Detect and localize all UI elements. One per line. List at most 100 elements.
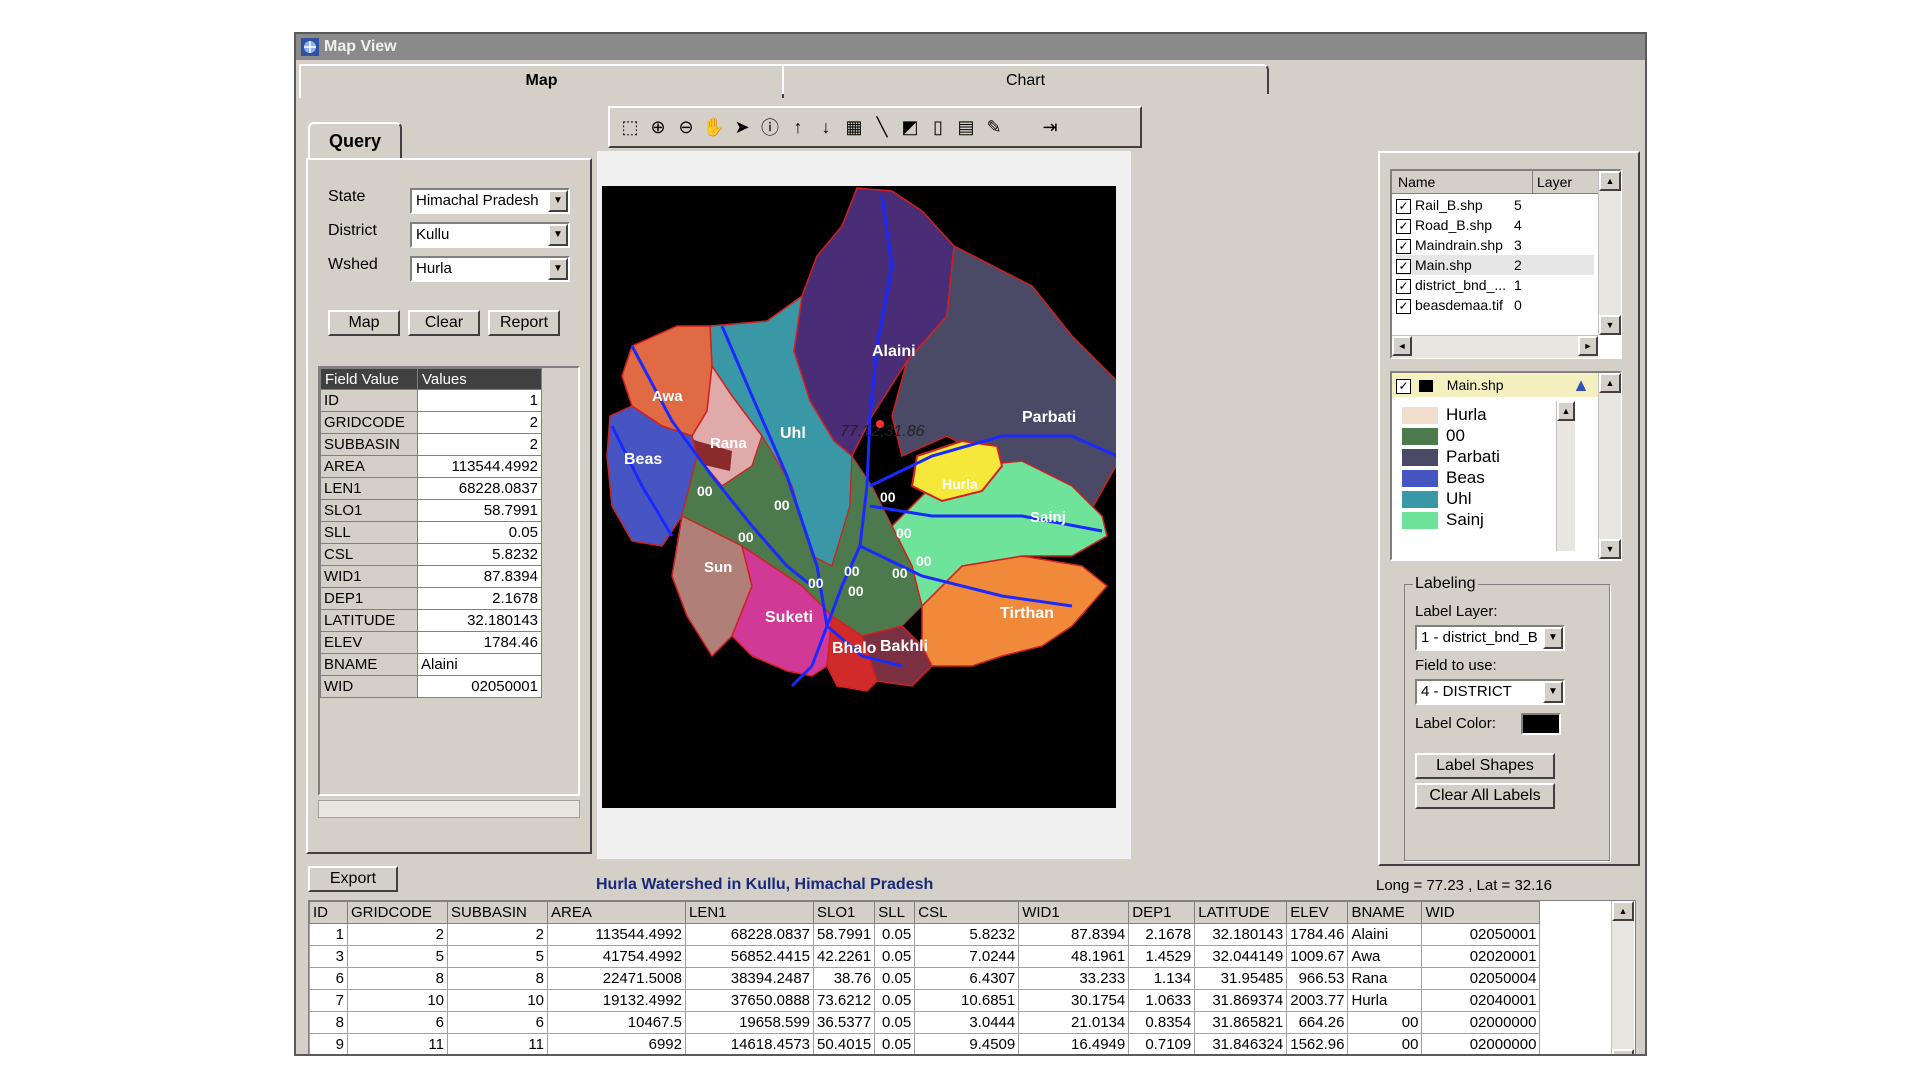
watershed-map[interactable]: Alaini Parbati Awa Rana Uhl Beas Hurla S… [602,186,1116,808]
field-row[interactable]: ELEV 1784.46 [320,631,542,654]
scroll-down-icon[interactable]: ▼ [1599,315,1621,335]
add-layer-icon[interactable]: ⬚ [616,110,644,144]
column-header[interactable]: SUBBASIN [447,901,548,924]
field-row[interactable]: DEP1 2.1678 [320,587,542,610]
layer-name-header[interactable]: Name [1398,171,1435,193]
legend-vscroll[interactable]: ▲ ▼ [1598,373,1621,559]
scroll-up-icon[interactable]: ▲ [1612,901,1634,921]
label-color-swatch[interactable] [1521,713,1561,735]
report-button[interactable]: Report [488,310,560,336]
query-tab[interactable]: Query [308,122,402,160]
pan-hand-icon[interactable]: ✋ [700,110,728,144]
state-select[interactable]: Himachal Pradesh ▼ [410,188,570,214]
column-header[interactable]: CSL [914,901,1020,924]
chevron-down-icon[interactable]: ▼ [548,190,568,212]
layer-index-header[interactable]: Layer [1532,171,1572,193]
field-row[interactable]: SUBBASIN 2 [320,433,542,456]
arrow-down-icon[interactable]: ↓ [812,110,840,144]
field-row[interactable]: ID 1 [320,389,542,412]
legend-header-row[interactable]: ✓ Main.shp ▲ [1392,373,1598,397]
table-row[interactable]: 3 5 5 41754.4992 56852.4415 42.2261 0.05 7.0244… [309,945,1541,968]
column-header[interactable]: WID1 [1018,901,1130,924]
layer-row[interactable]: ✓ Maindrain.shp 3 [1396,235,1594,255]
field-row[interactable]: CSL 5.8232 [320,543,542,566]
checkbox-checked-icon[interactable]: ✓ [1396,218,1411,234]
legend-inner-vscroll[interactable]: ▲ [1556,401,1575,551]
district-select[interactable]: Kullu ▼ [410,222,570,248]
table-row[interactable]: 9 11 11 6992 14618.4573 50.4015 0.05 9.4509 16.4… [309,1033,1541,1054]
attribute-table-vscroll[interactable]: ▲ ▼ [1611,901,1634,1054]
grid-icon[interactable]: ▦ [840,110,868,144]
label-shapes-button[interactable]: Label Shapes [1415,753,1555,779]
column-header[interactable]: SLL [874,901,916,924]
layer-row[interactable]: ✓ district_bnd_... 1 [1396,275,1594,295]
field-row[interactable]: GRIDCODE 2 [320,411,542,434]
column-header[interactable]: BNAME [1347,901,1423,924]
map-edit-icon[interactable]: ◩ [896,110,924,144]
scroll-up-icon[interactable]: ▲ [1599,171,1621,191]
exit-door-icon[interactable]: ⇥ [1036,110,1064,144]
column-header[interactable]: LEN1 [685,901,814,924]
measure-line-icon[interactable]: ╲ [868,110,896,144]
map-button[interactable]: Map [328,310,400,336]
column-header[interactable]: ID [309,901,348,924]
clear-all-labels-button[interactable]: Clear All Labels [1415,783,1555,809]
checkbox-checked-icon[interactable]: ✓ [1396,198,1411,214]
column-header[interactable]: GRIDCODE [347,901,448,924]
table-row[interactable]: 6 8 8 22471.5008 38394.2487 38.76 0.05 6.4307 33… [309,967,1541,990]
info-icon[interactable]: ⓘ [756,110,784,144]
tab-chart[interactable]: Chart [782,64,1269,94]
chevron-down-icon[interactable]: ▼ [1543,627,1563,649]
layer-row[interactable]: ✓ Rail_B.shp 5 [1396,195,1594,215]
column-header[interactable]: DEP1 [1128,901,1196,924]
checkbox-checked-icon[interactable]: ✓ [1396,258,1411,274]
checkbox-checked-icon[interactable]: ✓ [1396,298,1411,314]
checkbox-checked-icon[interactable]: ✓ [1396,278,1411,294]
zoom-in-icon[interactable]: ⊕ [644,110,672,144]
column-header[interactable]: ELEV [1286,901,1349,924]
field-value-hscroll[interactable] [318,800,580,818]
field-row[interactable]: SLO1 58.7991 [320,499,542,522]
wshed-select[interactable]: Hurla ▼ [410,256,570,282]
tab-map[interactable]: Map [299,64,784,98]
label-layer-select[interactable]: 1 - district_bnd_B ▼ [1415,625,1565,651]
clear-button[interactable]: Clear [408,310,480,336]
scroll-up-icon[interactable]: ▲ [1599,373,1621,393]
select-arrow-icon[interactable]: ➤ [728,110,756,144]
field-row[interactable]: AREA 113544.4992 [320,455,542,478]
field-row[interactable]: LATITUDE 32.180143 [320,609,542,632]
layer-row[interactable]: ✓ beasdemaa.tif 0 [1396,295,1594,315]
column-header[interactable]: AREA [547,901,686,924]
table-row[interactable]: 1044172558.7456105415.99751.31910.054.42… [310,1056,1540,1057]
field-row[interactable]: SLL 0.05 [320,521,542,544]
column-header[interactable]: LATITUDE [1194,901,1288,924]
chevron-down-icon[interactable]: ▼ [1543,681,1563,703]
field-to-use-select[interactable]: 4 - DISTRICT ▼ [1415,679,1565,705]
column-header[interactable]: WID [1421,901,1541,924]
scroll-down-icon[interactable]: ▼ [1612,1049,1634,1054]
edit-note-icon[interactable]: ✎ [980,110,1008,144]
blank-icon[interactable] [1008,110,1036,144]
arrow-up-icon[interactable]: ↑ [784,110,812,144]
checkbox-checked-icon[interactable]: ✓ [1396,238,1411,254]
scroll-right-icon[interactable]: ► [1578,336,1598,356]
title-bar[interactable]: Map View [296,34,1645,60]
chevron-down-icon[interactable]: ▼ [548,258,568,280]
print-icon[interactable]: ▤ [952,110,980,144]
book-icon[interactable]: ▯ [924,110,952,144]
layer-row[interactable]: ✓ Road_B.shp 4 [1396,215,1594,235]
field-row[interactable]: BNAME Alaini [320,653,542,676]
scroll-down-icon[interactable]: ▼ [1599,539,1621,559]
checkbox-checked-icon[interactable]: ✓ [1396,378,1411,394]
field-row[interactable]: LEN1 68228.0837 [320,477,542,500]
zoom-out-icon[interactable]: ⊖ [672,110,700,144]
chevron-down-icon[interactable]: ▼ [548,224,568,246]
export-button[interactable]: Export [308,866,398,892]
layer-list-vscroll[interactable]: ▲ ▼ [1598,171,1621,335]
field-row[interactable]: WID1 87.8394 [320,565,542,588]
layer-row[interactable]: ✓ Main.shp 2 [1396,255,1594,275]
table-row[interactable]: 8 6 6 10467.5 19658.599 36.5377 0.05 3.0444 21.0… [309,1011,1541,1034]
scroll-left-icon[interactable]: ◄ [1392,336,1412,356]
table-row[interactable]: 7 10 10 19132.4992 37650.0888 73.6212 0.05 10.6… [309,989,1541,1012]
layer-list-hscroll[interactable]: ◄ ► [1392,335,1598,358]
